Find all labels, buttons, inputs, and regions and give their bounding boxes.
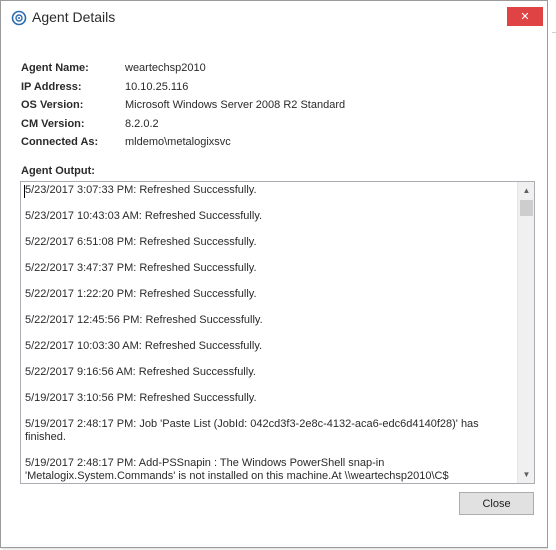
log-entry: 5/19/2017 3:10:56 PM: Refreshed Successf…: [25, 392, 257, 404]
text-caret: [24, 185, 25, 198]
log-entry: 5/22/2017 9:16:56 AM: Refreshed Successf…: [25, 366, 256, 378]
os-version-value: Microsoft Windows Server 2008 R2 Standar…: [125, 99, 346, 112]
title-bar: Agent Details ✕: [1, 1, 547, 33]
agent-output-content[interactable]: 5/23/2017 3:07:33 PM: Refreshed Successf…: [21, 182, 517, 483]
log-entry: 5/23/2017 3:07:33 PM: Refreshed Successf…: [25, 184, 257, 196]
agent-details-dialog: Agent Details ✕ Agent Name: weartechsp20…: [0, 0, 548, 548]
detail-row-agent-name: Agent Name: weartechsp2010: [21, 59, 345, 78]
log-entry: 5/19/2017 2:48:17 PM: Add-PSSnapin : The…: [25, 457, 449, 482]
window-title: Agent Details: [32, 9, 116, 25]
log-entry: 5/22/2017 1:22:20 PM: Refreshed Successf…: [25, 288, 257, 300]
log-entry: 5/22/2017 10:03:30 AM: Refreshed Success…: [25, 340, 263, 352]
detail-row-os-version: OS Version: Microsoft Windows Server 200…: [21, 96, 345, 115]
close-icon: ✕: [520, 11, 530, 23]
close-button[interactable]: Close: [459, 492, 534, 515]
detail-row-connected-as: Connected As: mldemo\metalogixsvc: [21, 133, 345, 152]
agent-icon: [11, 10, 27, 26]
ip-address-label: IP Address:: [21, 80, 82, 93]
detail-row-ip-address: IP Address: 10.10.25.116: [21, 78, 345, 97]
cm-version-value: 8.2.0.2: [125, 117, 159, 130]
log-entry: 5/22/2017 12:45:56 PM: Refreshed Success…: [25, 314, 263, 326]
os-version-label: OS Version:: [21, 99, 84, 112]
scrollbar-thumb[interactable]: [520, 200, 533, 216]
scroll-down-button[interactable]: ▼: [518, 466, 534, 483]
detail-row-cm-version: CM Version: 8.2.0.2: [21, 115, 345, 134]
agent-details-list: Agent Name: weartechsp2010 IP Address: 1…: [21, 59, 345, 152]
connected-as-value: mldemo\metalogixsvc: [125, 136, 231, 149]
log-entry: 5/23/2017 10:43:03 AM: Refreshed Success…: [25, 210, 263, 222]
scroll-up-button[interactable]: ▲: [518, 182, 534, 199]
agent-output-label: Agent Output:: [21, 165, 95, 177]
background-window-edge: [548, 0, 556, 550]
log-entry: 5/19/2017 2:48:17 PM: Job 'Paste List (J…: [25, 418, 482, 443]
agent-output-textbox[interactable]: 5/23/2017 3:07:33 PM: Refreshed Successf…: [20, 181, 535, 484]
ip-address-value: 10.10.25.116: [125, 80, 189, 93]
connected-as-label: Connected As:: [21, 136, 99, 149]
close-window-button[interactable]: ✕: [507, 7, 543, 26]
cm-version-label: CM Version:: [21, 117, 85, 130]
log-entry: 5/22/2017 6:51:08 PM: Refreshed Successf…: [25, 236, 257, 248]
log-entry: 5/22/2017 3:47:37 PM: Refreshed Successf…: [25, 262, 257, 274]
vertical-scrollbar[interactable]: ▲ ▼: [517, 182, 534, 483]
agent-name-label: Agent Name:: [21, 62, 89, 75]
background-divider: [552, 32, 556, 33]
agent-name-value: weartechsp2010: [125, 62, 206, 75]
scroll-up-icon: ▲: [522, 186, 531, 195]
scroll-down-icon: ▼: [522, 470, 531, 479]
